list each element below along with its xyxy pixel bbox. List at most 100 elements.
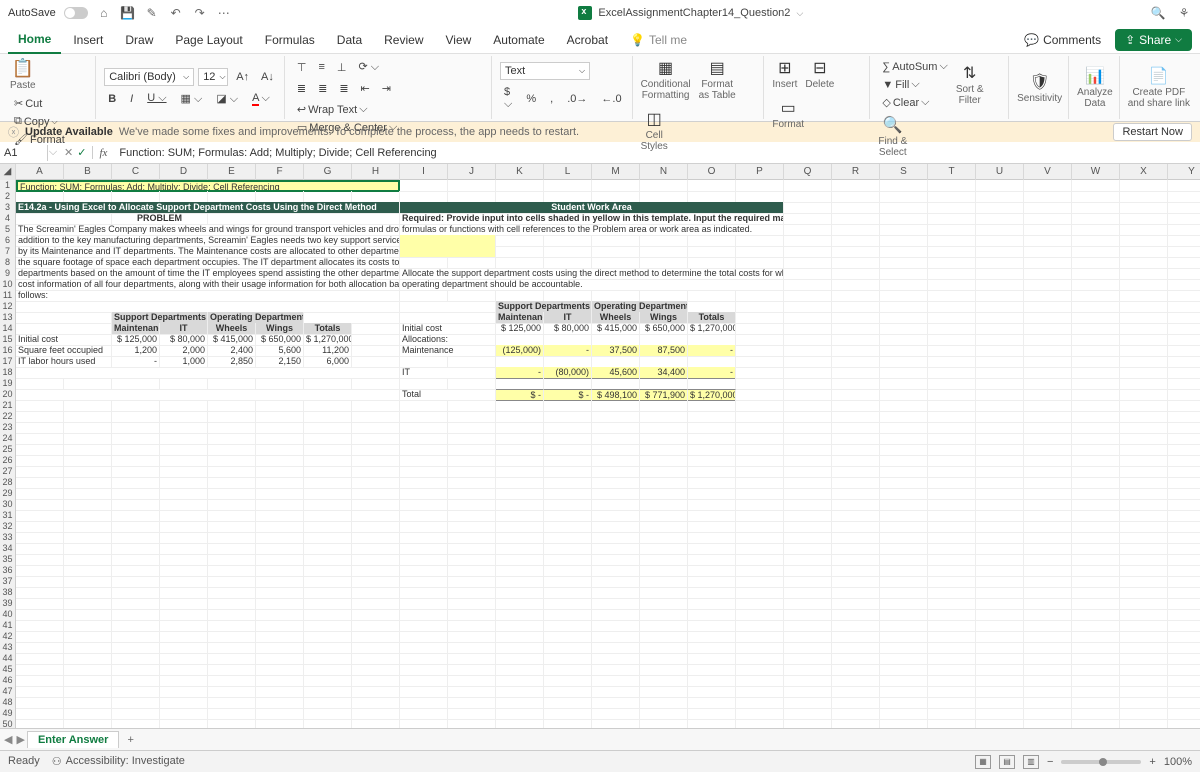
tab-review[interactable]: Review (374, 27, 433, 53)
tell-me[interactable]: 💡Tell me (620, 27, 697, 53)
survey-icon[interactable]: ✎ (144, 5, 160, 21)
cell[interactable] (160, 719, 208, 728)
percent-icon[interactable]: % (522, 84, 540, 113)
document-title[interactable]: ExcelAssignmentChapter14_Question2 (598, 7, 790, 19)
font-size-select[interactable]: 12⌵ (198, 68, 228, 86)
more-icon[interactable]: ⋯ (216, 5, 232, 21)
delete-cells-button[interactable]: ⊟Delete (805, 58, 834, 90)
increase-font-icon[interactable]: A↑ (232, 68, 253, 86)
cell[interactable] (832, 719, 880, 728)
fx-icon[interactable]: fx (93, 147, 113, 159)
undo-icon[interactable]: ↶ (168, 5, 184, 21)
cell[interactable] (352, 719, 400, 728)
cell[interactable] (640, 719, 688, 728)
tab-formulas[interactable]: Formulas (255, 27, 325, 53)
tab-insert[interactable]: Insert (63, 27, 113, 53)
conditional-formatting-button[interactable]: ▦Conditional Formatting (641, 58, 691, 101)
format-cells-button[interactable]: ▭Format (772, 98, 804, 130)
tab-view[interactable]: View (436, 27, 482, 53)
cell[interactable] (1072, 719, 1120, 728)
restart-button[interactable]: Restart Now (1113, 123, 1192, 141)
dec-inc-icon[interactable]: .0→ (563, 84, 591, 113)
align-left-icon[interactable]: ≣ (293, 80, 310, 97)
orientation-icon[interactable]: ⟳ ⌵ (354, 58, 383, 76)
tab-home[interactable]: Home (8, 26, 61, 54)
clear-button[interactable]: ◇Clear ⌵ (878, 94, 951, 111)
underline-button[interactable]: U ⌵ (143, 90, 170, 108)
paste-icon[interactable]: 📋 (12, 58, 34, 79)
sheet-tab-enter-answer[interactable]: Enter Answer (27, 731, 120, 748)
chevron-down-icon[interactable]: ⌵ (796, 8, 803, 19)
tab-page-layout[interactable]: Page Layout (165, 27, 252, 53)
tab-draw[interactable]: Draw (115, 27, 163, 53)
enter-formula-icon[interactable]: ✓ (77, 146, 86, 159)
cell[interactable] (688, 719, 736, 728)
next-sheet-icon[interactable]: ▶ (16, 733, 24, 746)
select-all-corner[interactable]: ◢ (0, 164, 16, 180)
tab-automate[interactable]: Automate (483, 27, 554, 53)
cell[interactable] (496, 719, 544, 728)
cell[interactable] (16, 719, 64, 728)
align-middle-icon[interactable]: ≡ (314, 58, 328, 76)
fill-color-button[interactable]: ◪ ⌵ (212, 90, 242, 108)
tab-acrobat[interactable]: Acrobat (557, 27, 618, 53)
zoom-out-button[interactable]: − (1047, 756, 1053, 768)
currency-icon[interactable]: $ ⌵ (500, 84, 516, 113)
indent-inc-icon[interactable]: ⇥ (378, 80, 395, 97)
border-button[interactable]: ▦ ⌵ (177, 90, 207, 108)
font-name-select[interactable]: Calibri (Body)⌵ (104, 68, 194, 86)
cell[interactable] (64, 719, 112, 728)
align-bottom-icon[interactable]: ⊥ (333, 58, 351, 76)
decrease-font-icon[interactable]: A↓ (257, 68, 278, 86)
fill-button[interactable]: ▼Fill ⌵ (878, 76, 951, 93)
normal-view-icon[interactable]: ▦ (975, 755, 991, 769)
cell[interactable] (592, 719, 640, 728)
cell[interactable] (976, 719, 1024, 728)
save-icon[interactable]: 💾 (120, 5, 136, 21)
sensitivity-button[interactable]: 🛡Sensitivity (1017, 72, 1062, 104)
bold-button[interactable]: B (104, 90, 120, 108)
home-icon[interactable]: ⌂ (96, 5, 112, 21)
page-layout-view-icon[interactable]: ▤ (999, 755, 1015, 769)
cell[interactable] (256, 719, 304, 728)
align-center-icon[interactable]: ≣ (314, 80, 331, 97)
cell[interactable] (880, 719, 928, 728)
add-sheet-button[interactable]: + (121, 732, 139, 748)
zoom-slider[interactable] (1061, 760, 1141, 764)
row-header[interactable]: 50 (0, 719, 16, 728)
cell[interactable] (928, 719, 976, 728)
italic-button[interactable]: I (126, 90, 137, 108)
cell[interactable] (448, 719, 496, 728)
formula-input[interactable]: Function: SUM; Formulas: Add; Multiply; … (113, 145, 1200, 161)
name-box[interactable]: A1 (0, 145, 48, 161)
insert-cells-button[interactable]: ⊞Insert (772, 58, 797, 90)
cell[interactable] (400, 719, 448, 728)
align-top-icon[interactable]: ⊤ (293, 58, 311, 76)
create-pdf-button[interactable]: 📄Create PDF and share link (1128, 66, 1190, 109)
cell[interactable] (1120, 719, 1168, 728)
analyze-button[interactable]: 📊Analyze Data (1077, 66, 1113, 109)
align-right-icon[interactable]: ≣ (335, 80, 352, 97)
font-color-button[interactable]: A ⌵ (248, 90, 274, 108)
cut-button[interactable]: ✂Cut (10, 95, 69, 112)
zoom-in-button[interactable]: + (1149, 756, 1155, 768)
accessibility-status[interactable]: ⚇Accessibility: Investigate (52, 755, 185, 768)
page-break-view-icon[interactable]: ▥ (1023, 755, 1039, 769)
autosum-button[interactable]: ∑AutoSum ⌵ (878, 58, 951, 75)
cell[interactable] (1024, 719, 1072, 728)
cell[interactable] (784, 719, 832, 728)
sort-filter-button[interactable]: ⇅Sort & Filter (956, 63, 984, 106)
prev-sheet-icon[interactable]: ◀ (4, 733, 12, 746)
tab-data[interactable]: Data (327, 27, 372, 53)
cell[interactable] (1168, 719, 1200, 728)
format-table-button[interactable]: ▤Format as Table (699, 58, 736, 101)
cell[interactable] (112, 719, 160, 728)
zoom-level[interactable]: 100% (1164, 756, 1192, 768)
cell[interactable] (544, 719, 592, 728)
dec-dec-icon[interactable]: ←.0 (597, 84, 625, 113)
cell[interactable] (208, 719, 256, 728)
share-button[interactable]: ⇪Share⌵ (1115, 29, 1192, 51)
spreadsheet-grid[interactable]: ◢ ABCDEFGHIJKLMNOPQRSTUVWXYZAAAB 1Functi… (0, 164, 1200, 728)
comma-icon[interactable]: , (546, 84, 557, 113)
name-box-dropdown[interactable]: ⌵ (48, 146, 58, 159)
